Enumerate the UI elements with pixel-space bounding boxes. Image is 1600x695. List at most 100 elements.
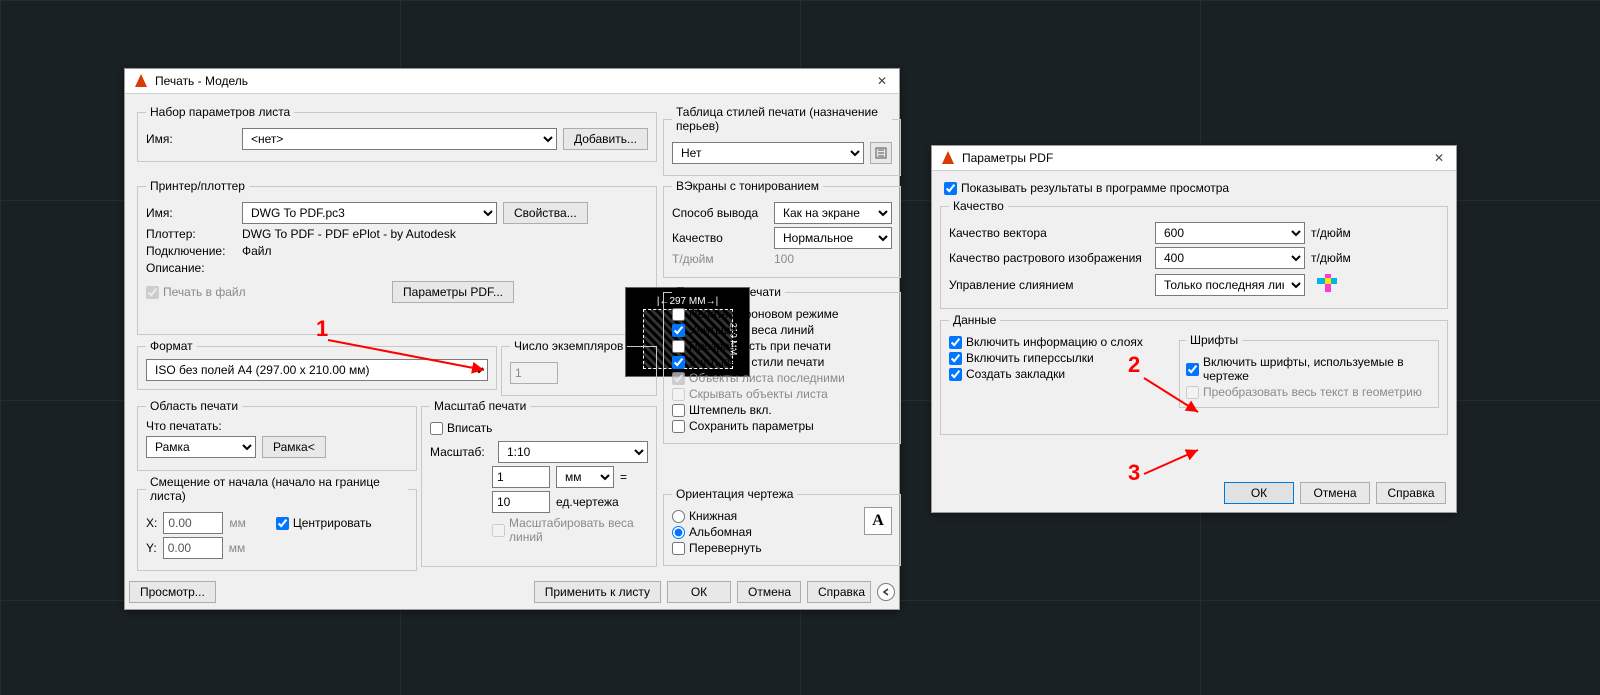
options-group: Параметры печати Печать в фоновом режиме…: [663, 285, 901, 444]
pdf-merge-select[interactable]: Только последняя линия: [1155, 274, 1305, 296]
printer-plotter-value: DWG To PDF - PDF ePlot - by Autodesk: [242, 227, 456, 241]
pdf-bookmarks-check[interactable]: [949, 368, 962, 381]
opt-styles-label: Учитывать стили печати: [689, 355, 824, 369]
annotation-1: 1: [316, 316, 328, 342]
paper-size-select[interactable]: ISO без полей A4 (297.00 x 210.00 мм): [146, 359, 488, 381]
pdf-text-geom-check: [1186, 386, 1199, 399]
pageset-group: Набор параметров листа Имя: <нет> Добави…: [137, 105, 657, 162]
pdf-layers-check[interactable]: [949, 336, 962, 349]
area-legend: Область печати: [146, 399, 242, 413]
pdf-help-button[interactable]: Справка: [1376, 482, 1446, 504]
scale-lw-check: [492, 524, 505, 537]
scale-den-label: ед.чертежа: [556, 495, 619, 509]
pdf-data-group: Данные Включить информацию о слоях Включ…: [940, 313, 1448, 435]
plot-cancel-button[interactable]: Отмена: [737, 581, 801, 603]
close-icon[interactable]: ✕: [1430, 151, 1448, 165]
pdf-vector-select[interactable]: 600: [1155, 222, 1305, 244]
shade-mode-label: Способ вывода: [672, 206, 768, 220]
scale-label: Масштаб:: [430, 445, 492, 459]
pdf-raster-unit: т/дюйм: [1311, 251, 1351, 265]
shaded-group: ВЭкраны с тонированием Способ выводаКак …: [663, 179, 901, 278]
close-icon[interactable]: ✕: [873, 74, 891, 88]
pdf-raster-label: Качество растрового изображения: [949, 251, 1149, 265]
scale-equals: =: [620, 470, 627, 484]
pdf-options-button[interactable]: Параметры PDF...: [392, 281, 514, 303]
pdf-fonts-incl-check[interactable]: [1186, 363, 1199, 376]
offset-x-unit: мм: [229, 516, 246, 530]
scale-den-input[interactable]: [492, 491, 550, 513]
pdf-footer: ОК Отмена Справка: [1224, 482, 1446, 504]
scale-lw-label: Масштабировать веса линий: [509, 516, 648, 544]
pdf-fonts-group: Шрифты Включить шрифты, используемые в ч…: [1179, 333, 1439, 408]
printer-desc-label: Описание:: [146, 261, 236, 275]
shade-mode-select[interactable]: Как на экране: [774, 202, 892, 224]
preview-button[interactable]: Просмотр...: [129, 581, 216, 603]
orient-group: Ориентация чертежа Книжная Альбомная Пер…: [663, 487, 901, 566]
pdf-text-geom-label: Преобразовать весь текст в геометрию: [1203, 385, 1422, 399]
offset-legend: Смещение от начала (начало на границе ли…: [146, 475, 408, 503]
opt-styles-check[interactable]: [672, 356, 685, 369]
pdf-hyper-check[interactable]: [949, 352, 962, 365]
opt-pslast-label: Объекты листа последними: [689, 371, 845, 385]
offset-center-check[interactable]: [276, 517, 289, 530]
plot-dialog: Печать - Модель ✕ Набор параметров листа…: [124, 68, 900, 610]
pdf-raster-select[interactable]: 400: [1155, 247, 1305, 269]
pdf-cancel-button[interactable]: Отмена: [1300, 482, 1370, 504]
opt-hide-label: Скрывать объекты листа: [689, 387, 828, 401]
opt-stamp-label: Штемпель вкл.: [689, 403, 772, 417]
pdf-fonts-legend: Шрифты: [1186, 333, 1242, 347]
scale-legend: Масштаб печати: [430, 399, 530, 413]
scale-num-input[interactable]: [492, 466, 550, 488]
orient-landscape-label: Альбомная: [689, 525, 752, 539]
opt-save-check[interactable]: [672, 420, 685, 433]
shade-dpi-label: Т/дюйм: [672, 252, 768, 266]
opt-bg-label: Печать в фоновом режиме: [689, 307, 839, 321]
shade-quality-select[interactable]: Нормальное: [774, 227, 892, 249]
pdf-dialog: Параметры PDF ✕ Показывать результаты в …: [931, 145, 1457, 513]
pdf-ok-button[interactable]: ОК: [1224, 482, 1294, 504]
scale-fit-check[interactable]: [430, 422, 443, 435]
apply-button[interactable]: Применить к листу: [534, 581, 661, 603]
pdf-show-results-check[interactable]: [944, 182, 957, 195]
offset-x-label: X:: [146, 516, 157, 530]
pageset-add-button[interactable]: Добавить...: [563, 128, 648, 150]
orient-landscape-radio[interactable]: [672, 526, 685, 539]
styletab-select[interactable]: Нет: [672, 142, 864, 164]
printer-props-button[interactable]: Свойства...: [503, 202, 588, 224]
copies-group: Число экземпляров 1: [501, 339, 657, 396]
printer-group: Принтер/плоттер Имя: DWG To PDF.pc3 Свой…: [137, 179, 657, 335]
pdf-quality-legend: Качество: [949, 199, 1008, 213]
plot-ok-button[interactable]: ОК: [667, 581, 731, 603]
pdf-bookmarks-label: Создать закладки: [966, 367, 1065, 381]
orient-portrait-label: Книжная: [689, 509, 737, 523]
opt-bg-check[interactable]: [672, 308, 685, 321]
orient-portrait-radio[interactable]: [672, 510, 685, 523]
area-what-select[interactable]: Рамка: [146, 436, 256, 458]
options-legend: Параметры печати: [672, 285, 785, 299]
pdf-merge-label: Управление слиянием: [949, 278, 1149, 292]
plot-help-button[interactable]: Справка: [807, 581, 871, 603]
pdf-vector-unit: т/дюйм: [1311, 226, 1351, 240]
orient-upside-check[interactable]: [672, 542, 685, 555]
offset-center-label: Центрировать: [293, 516, 372, 530]
scale-unit-select[interactable]: мм: [556, 466, 614, 488]
printer-name-select[interactable]: DWG To PDF.pc3: [242, 202, 497, 224]
area-window-button[interactable]: Рамка<: [262, 436, 326, 458]
opt-stamp-check[interactable]: [672, 404, 685, 417]
annotation-3: 3: [1128, 460, 1140, 486]
opt-lw-check[interactable]: [672, 324, 685, 337]
copies-spinner: 1: [510, 362, 558, 384]
scale-select[interactable]: 1:10: [498, 441, 648, 463]
paper-legend: Формат: [146, 339, 197, 353]
collapse-icon[interactable]: [877, 583, 895, 601]
printer-plotter-label: Плоттер:: [146, 227, 236, 241]
opt-transp-check[interactable]: [672, 340, 685, 353]
styletab-edit-icon[interactable]: [870, 142, 892, 164]
paper-group: Формат ISO без полей A4 (297.00 x 210.00…: [137, 339, 497, 390]
opt-hide-check: [672, 388, 685, 401]
offset-y-unit: мм: [229, 541, 246, 555]
pageset-name-select[interactable]: <нет>: [242, 128, 557, 150]
scale-fit-label: Вписать: [447, 421, 492, 435]
printer-port-label: Подключение:: [146, 244, 236, 258]
offset-y-input: [163, 537, 223, 559]
